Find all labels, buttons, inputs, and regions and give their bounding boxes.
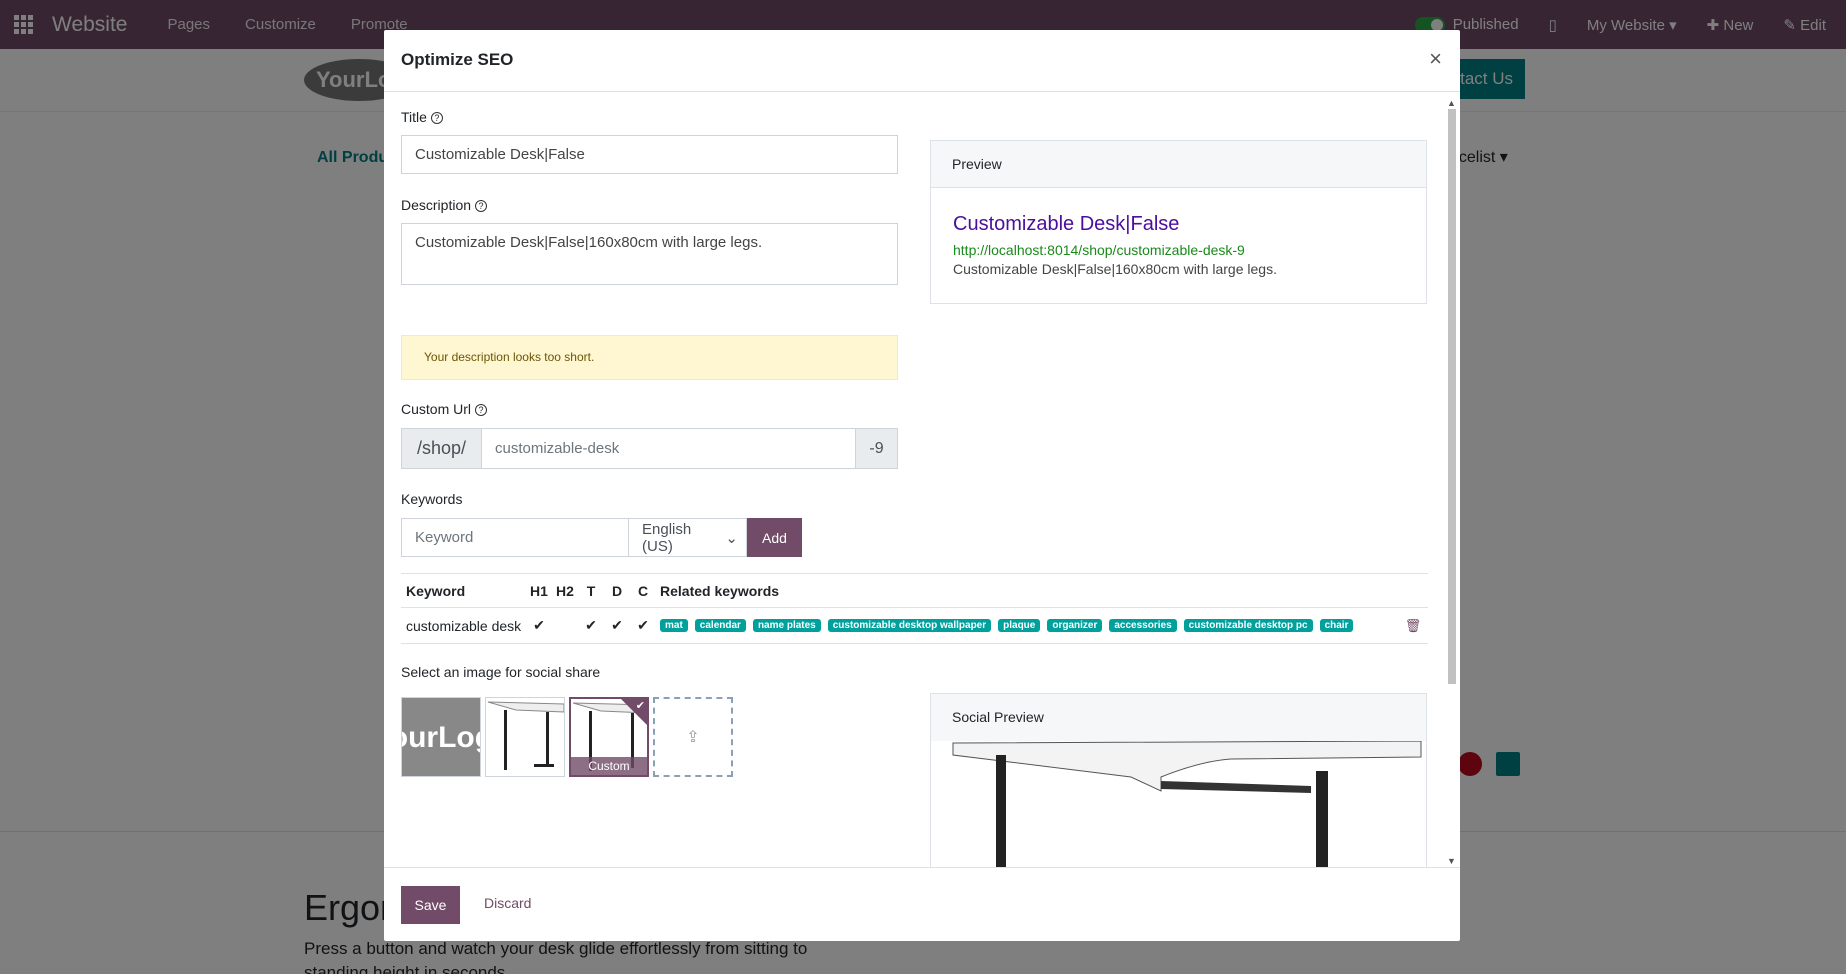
check-icon: ✔ bbox=[533, 617, 545, 633]
description-textarea[interactable]: Customizable Desk|False|160x80cm with la… bbox=[401, 223, 898, 285]
social-preview-card: Social Preview bbox=[930, 693, 1427, 867]
col-t: T bbox=[586, 582, 596, 599]
related-keyword-tag[interactable]: chair bbox=[1319, 619, 1354, 632]
keyword-cell: customizable desk bbox=[406, 617, 522, 634]
social-image-label: Select an image for social share bbox=[401, 664, 601, 680]
social-preview-header: Social Preview bbox=[931, 694, 1426, 741]
optimize-seo-dialog: Optimize SEO × Title? Customizable Desk|… bbox=[384, 30, 1460, 941]
title-input[interactable]: Customizable Desk|False bbox=[401, 135, 898, 174]
preview-description: Customizable Desk|False|160x80cm with la… bbox=[953, 261, 1277, 277]
check-icon: ✔ bbox=[637, 617, 649, 633]
url-prefix: /shop/ bbox=[402, 429, 482, 468]
col-h2: H2 bbox=[556, 582, 574, 599]
discard-button[interactable]: Discard bbox=[484, 895, 531, 911]
related-keyword-tag[interactable]: customizable desktop pc bbox=[1183, 619, 1313, 632]
table-row: customizable desk ✔ ✔ ✔ ✔ mat calendar n… bbox=[401, 608, 1428, 644]
desk-thumbnail bbox=[487, 701, 564, 770]
url-suffix: -9 bbox=[855, 429, 897, 468]
related-keyword-tag[interactable]: customizable desktop wallpaper bbox=[827, 619, 992, 632]
upload-image-button[interactable]: ⇪ bbox=[653, 697, 733, 777]
custom-url-group: /shop/ customizable-desk -9 bbox=[401, 428, 898, 469]
modal-footer: Save Discard bbox=[384, 867, 1460, 941]
check-icon: ✔ bbox=[611, 617, 623, 633]
related-keyword-tag[interactable]: calendar bbox=[694, 619, 746, 632]
help-icon[interactable]: ? bbox=[430, 112, 443, 125]
related-keyword-tag[interactable]: plaque bbox=[998, 619, 1041, 632]
scroll-down-arrow[interactable]: ▼ bbox=[1447, 856, 1456, 866]
title-label: Title? bbox=[401, 109, 443, 125]
modal-body: Title? Customizable Desk|False Descripti… bbox=[384, 93, 1460, 867]
modal-scrollbar[interactable]: ▲ ▼ bbox=[1446, 98, 1458, 866]
keyword-input-group: Keyword English (US) ⌄ Add bbox=[401, 518, 802, 557]
chevron-down-icon: ⌄ bbox=[725, 529, 738, 547]
related-keyword-tag[interactable]: organizer bbox=[1047, 619, 1103, 632]
help-icon[interactable]: ? bbox=[475, 200, 488, 213]
language-select[interactable]: English (US) ⌄ bbox=[629, 518, 747, 557]
upload-icon: ⇪ bbox=[686, 729, 700, 746]
preview-title: Customizable Desk|False bbox=[953, 213, 1180, 235]
check-icon: ✔ bbox=[585, 617, 597, 633]
social-preview-image bbox=[952, 740, 1422, 867]
keywords-label: Keywords bbox=[401, 491, 463, 507]
preview-header: Preview bbox=[931, 141, 1426, 188]
desk-image-option[interactable] bbox=[485, 697, 565, 777]
modal-title: Optimize SEO bbox=[401, 50, 514, 69]
col-related: Related keywords bbox=[660, 582, 780, 599]
related-keywords: mat calendar name plates customizable de… bbox=[656, 619, 1398, 632]
description-label: Description? bbox=[401, 197, 488, 213]
keywords-table: Keyword H1 H2 T D C Related keywords cus… bbox=[401, 573, 1428, 644]
custom-url-label-text: Custom Url bbox=[401, 401, 472, 417]
close-icon[interactable]: × bbox=[1429, 46, 1442, 72]
col-c: C bbox=[637, 582, 649, 599]
table-header: Keyword H1 H2 T D C Related keywords bbox=[401, 574, 1428, 608]
col-d: D bbox=[611, 582, 623, 599]
scrollbar-thumb[interactable] bbox=[1448, 109, 1456, 684]
custom-caption: Custom bbox=[571, 757, 647, 775]
trash-icon[interactable]: 🗑 bbox=[1398, 618, 1428, 634]
custom-image-option[interactable]: ✔ Custom bbox=[569, 697, 649, 777]
col-keyword: Keyword bbox=[406, 582, 466, 599]
custom-url-label: Custom Url? bbox=[401, 401, 488, 417]
add-keyword-button[interactable]: Add bbox=[747, 518, 802, 557]
description-warning: Your description looks too short. bbox=[401, 335, 898, 380]
modal-header: Optimize SEO × bbox=[384, 30, 1460, 92]
logo-thumb-text: YourLogo bbox=[402, 721, 480, 754]
check-icon: ✔ bbox=[635, 700, 645, 712]
related-keyword-tag[interactable]: name plates bbox=[752, 619, 821, 632]
social-image-picker: YourLogo ✔ Custom ⇪ bbox=[401, 697, 733, 777]
related-keyword-tag[interactable]: mat bbox=[660, 619, 688, 632]
help-icon[interactable]: ? bbox=[475, 404, 488, 417]
scroll-up-arrow[interactable]: ▲ bbox=[1447, 98, 1456, 108]
col-h1: H1 bbox=[530, 582, 548, 599]
search-preview-card: Preview Customizable Desk|False http://l… bbox=[930, 140, 1427, 304]
title-label-text: Title bbox=[401, 109, 427, 125]
keyword-input[interactable]: Keyword bbox=[401, 518, 629, 557]
preview-url: http://localhost:8014/shop/customizable-… bbox=[953, 242, 1245, 258]
save-button[interactable]: Save bbox=[401, 886, 460, 924]
url-slug-input[interactable]: customizable-desk bbox=[482, 429, 855, 468]
logo-image-option[interactable]: YourLogo bbox=[401, 697, 481, 777]
language-value: English (US) bbox=[642, 520, 692, 555]
description-label-text: Description bbox=[401, 197, 472, 213]
related-keyword-tag[interactable]: accessories bbox=[1109, 619, 1177, 632]
